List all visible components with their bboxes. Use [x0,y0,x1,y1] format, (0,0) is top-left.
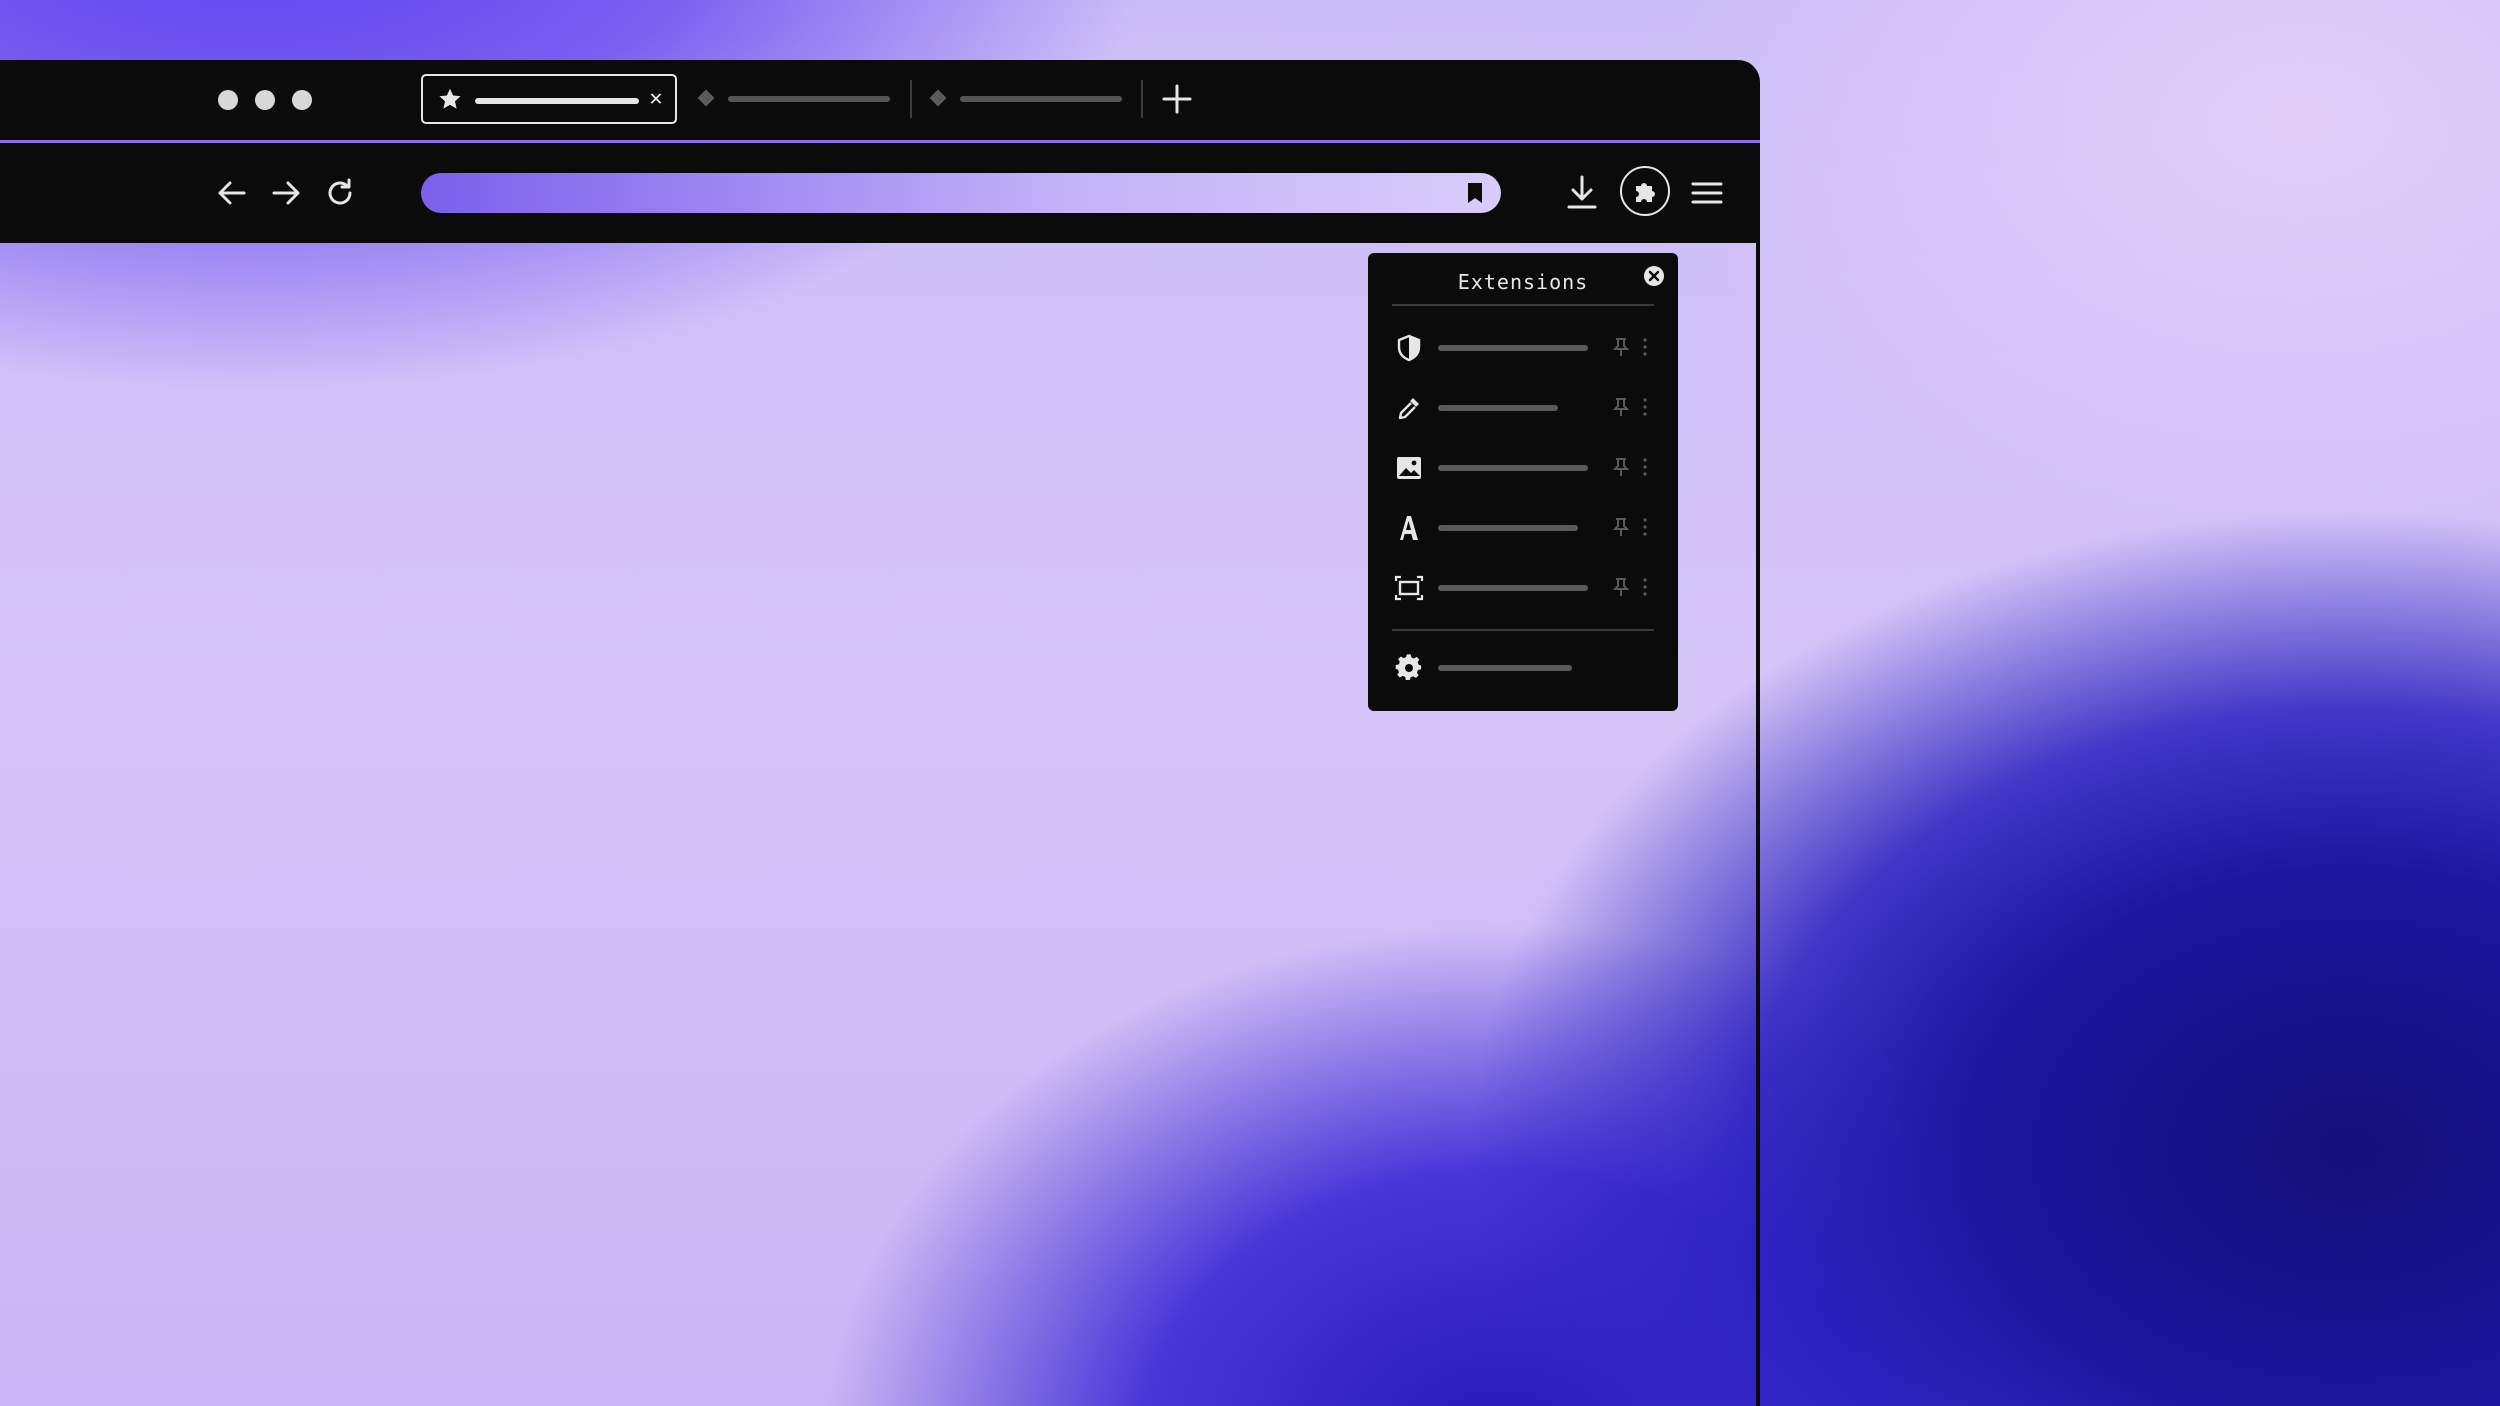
more-options-icon[interactable] [1642,517,1648,537]
extension-item-image[interactable] [1368,445,1678,489]
extensions-panel: Extensions [1368,253,1678,711]
toolbar [0,143,1760,243]
extensions-panel-title: Extensions [1457,270,1589,294]
pin-icon[interactable] [1613,517,1629,537]
panel-divider [1392,304,1654,306]
extension-item-screenshot[interactable] [1368,565,1678,609]
window-controls [218,90,312,110]
window-border [1756,243,1760,1406]
extensions-button[interactable] [1620,166,1670,216]
download-icon[interactable] [1560,171,1604,215]
image-icon [1397,457,1421,479]
extension-name-placeholder [1438,405,1558,411]
more-options-icon[interactable] [1642,337,1648,357]
more-options-icon[interactable] [1642,577,1648,597]
manage-extensions-item[interactable] [1368,645,1678,689]
pin-icon[interactable] [1613,337,1629,357]
tab-separator [1141,80,1143,118]
pin-icon[interactable] [1613,397,1629,417]
eyedropper-icon [1398,398,1419,420]
diamond-icon [929,89,947,107]
tab-title-placeholder [728,96,890,102]
tab-bar: ✕ [0,60,1760,140]
new-tab-plus-icon[interactable] [1160,82,1194,116]
extension-name-placeholder [1438,525,1578,531]
address-bar[interactable] [421,173,1501,213]
tab-3[interactable] [922,74,1142,124]
window-control-close[interactable] [218,90,238,110]
star-icon [439,88,461,109]
manage-extensions-placeholder [1438,665,1572,671]
extension-name-placeholder [1438,345,1588,351]
tab-active[interactable]: ✕ [421,74,677,124]
tab-title-placeholder [475,98,639,104]
extension-item-shield[interactable] [1368,325,1678,369]
tab-title-placeholder [960,96,1122,102]
puzzle-icon [1636,183,1655,202]
pin-icon[interactable] [1613,457,1629,477]
extension-item-eyedropper[interactable] [1368,385,1678,429]
font-icon [1400,516,1418,540]
bookmark-icon[interactable] [1465,182,1485,204]
more-options-icon[interactable] [1642,457,1648,477]
shield-icon [1397,334,1421,362]
extension-item-font[interactable] [1368,505,1678,549]
screenshot-icon [1394,575,1424,601]
diamond-icon [697,89,715,107]
gear-icon [1395,654,1422,680]
close-tab-icon[interactable]: ✕ [643,84,669,114]
pin-icon[interactable] [1613,577,1629,597]
reload-icon[interactable] [322,175,358,211]
back-arrow-icon[interactable] [214,175,250,211]
forward-arrow-icon[interactable] [268,175,304,211]
panel-divider [1392,629,1654,631]
window-control-minimize[interactable] [255,90,275,110]
close-panel-icon[interactable] [1643,265,1665,287]
menu-icon[interactable] [1685,171,1729,215]
tab-2[interactable] [690,74,910,124]
more-options-icon[interactable] [1642,397,1648,417]
extension-name-placeholder [1438,585,1588,591]
extension-name-placeholder [1438,465,1588,471]
window-control-maximize[interactable] [292,90,312,110]
tab-separator [910,80,912,118]
